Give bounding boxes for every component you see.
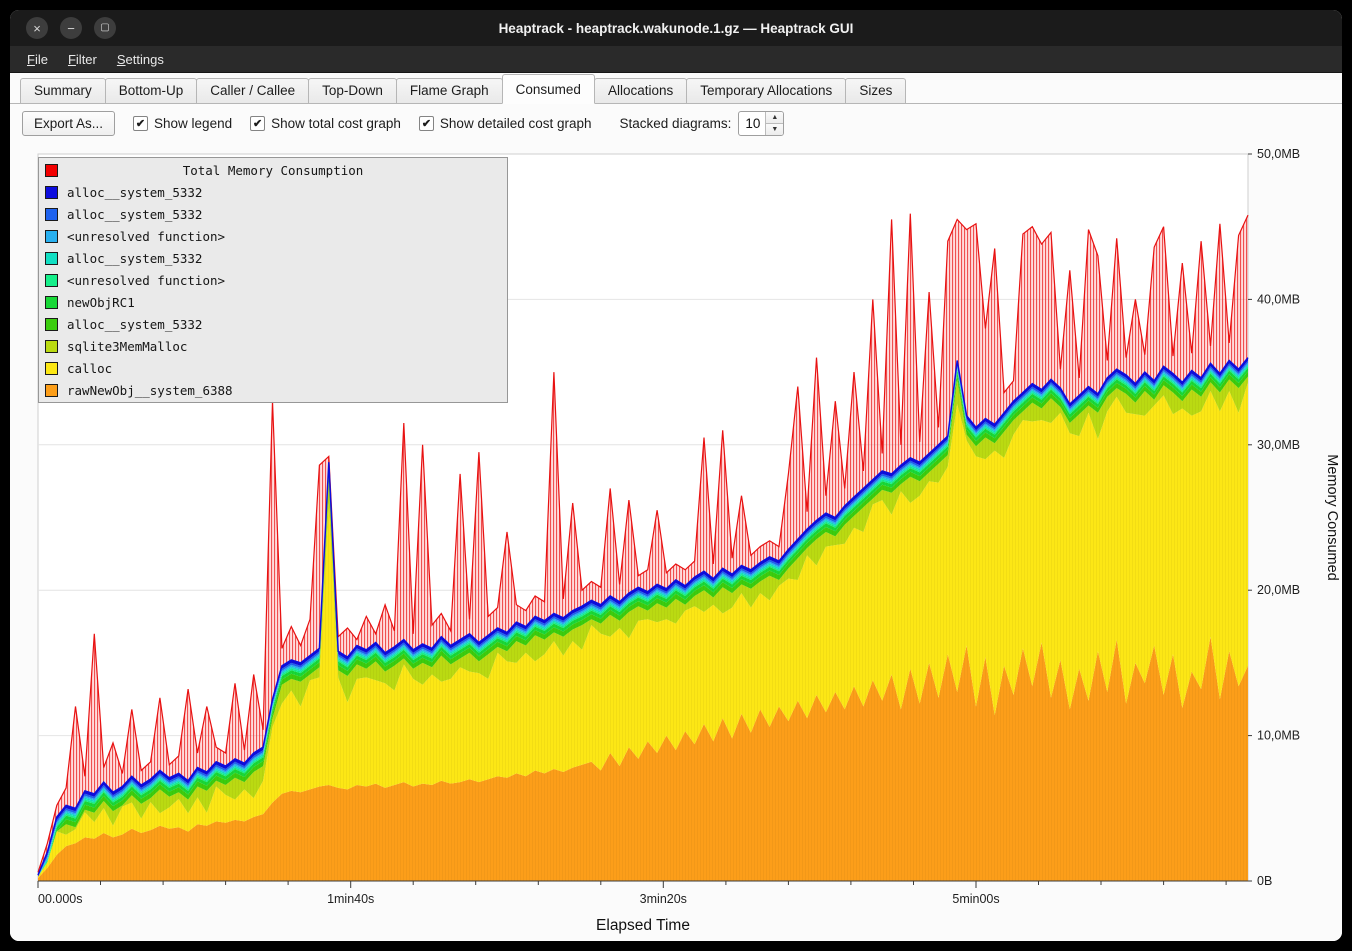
svg-text:20,0MB: 20,0MB — [1257, 583, 1300, 597]
legend-item: rawNewObj__system_6388 — [39, 379, 507, 401]
legend-label: alloc__system_5332 — [67, 207, 202, 222]
window-controls: ×−▢ — [26, 17, 116, 39]
legend-label: newObjRC1 — [67, 295, 135, 310]
legend-label: <unresolved function> — [67, 273, 225, 288]
legend-item: <unresolved function> — [39, 269, 507, 291]
toolbar-checkboxes: ✔ Show legend ✔ Show total cost graph ✔ Show … — [133, 116, 592, 131]
legend-swatch — [45, 252, 58, 265]
stacked-diagrams-label: Stacked diagrams: — [620, 116, 732, 131]
checkbox-box[interactable]: ✔ — [250, 116, 265, 131]
stacked-diagrams-value[interactable]: 10 — [739, 112, 765, 135]
legend-label: sqlite3MemMalloc — [67, 339, 187, 354]
y-axis: 0B 10,0MB 20,0MB 30,0MB 40,0MB 50,0MB Memory C… — [1248, 147, 1340, 888]
legend-item: alloc__system_5332 — [39, 313, 507, 335]
legend-label: alloc__system_5332 — [67, 185, 202, 200]
window-title: Heaptrack - heaptrack.wakunode.1.gz — He… — [10, 21, 1342, 36]
legend-swatch — [45, 208, 58, 221]
legend-swatch — [45, 274, 58, 287]
checkbox-box[interactable]: ✔ — [133, 116, 148, 131]
legend-swatch — [45, 340, 58, 353]
legend-label: alloc__system_5332 — [67, 317, 202, 332]
legend-title: Total Memory Consumption — [39, 163, 507, 178]
export-as-button[interactable]: Export As... — [22, 111, 115, 136]
stacked-diagrams-control: Stacked diagrams: 10 ▲ ▼ — [620, 111, 785, 136]
legend-swatch — [45, 384, 58, 397]
spin-down-icon[interactable]: ▼ — [766, 123, 783, 135]
legend-swatch — [45, 230, 58, 243]
svg-text:3min20s: 3min20s — [640, 892, 687, 906]
legend-label: <unresolved function> — [67, 229, 225, 244]
spin-buttons: ▲ ▼ — [765, 112, 783, 135]
svg-text:10,0MB: 10,0MB — [1257, 729, 1300, 743]
chart-legend: Total Memory Consumption alloc__system_5… — [38, 157, 508, 403]
svg-text:40,0MB: 40,0MB — [1257, 292, 1300, 306]
legend-items: alloc__system_5332 alloc__system_5332 <unr… — [39, 181, 507, 401]
tab-sizes[interactable]: Sizes — [845, 78, 906, 103]
svg-text:1min40s: 1min40s — [327, 892, 374, 906]
svg-text:Memory Consumed: Memory Consumed — [1324, 454, 1340, 581]
minimize-button[interactable]: − — [60, 17, 82, 39]
legend-item: newObjRC1 — [39, 291, 507, 313]
svg-text:50,0MB: 50,0MB — [1257, 147, 1300, 161]
tab-flame-graph[interactable]: Flame Graph — [396, 78, 503, 103]
legend-title-row: Total Memory Consumption — [39, 159, 507, 181]
menu-file[interactable]: File — [18, 49, 57, 70]
checkbox-label: Show legend — [154, 116, 232, 131]
checkbox-label: Show total cost graph — [271, 116, 401, 131]
legend-swatch — [45, 362, 58, 375]
menu-bar: FileFilterSettings — [10, 46, 1342, 73]
tab-top-down[interactable]: Top-Down — [308, 78, 397, 103]
menu-filter[interactable]: Filter — [59, 49, 106, 70]
checkbox-show-legend[interactable]: ✔ Show legend — [133, 116, 232, 131]
tab-bottom-up[interactable]: Bottom-Up — [105, 78, 198, 103]
svg-text:00.000s: 00.000s — [38, 892, 82, 906]
spin-up-icon[interactable]: ▲ — [766, 112, 783, 123]
tab-temporary-allocations[interactable]: Temporary Allocations — [686, 78, 846, 103]
legend-label: alloc__system_5332 — [67, 251, 202, 266]
checkbox-show-total-cost-graph[interactable]: ✔ Show total cost graph — [250, 116, 401, 131]
tab-summary[interactable]: Summary — [20, 78, 106, 103]
legend-swatch — [45, 296, 58, 309]
tab-caller-callee[interactable]: Caller / Callee — [196, 78, 309, 103]
app-window: ×−▢ Heaptrack - heaptrack.wakunode.1.gz … — [10, 10, 1342, 941]
x-axis: 00.000s 1min40s 3min20s 5min00s Elapsed Time — [38, 881, 1248, 934]
checkbox-label: Show detailed cost graph — [440, 116, 592, 131]
svg-text:Elapsed Time: Elapsed Time — [596, 917, 690, 934]
svg-text:0B: 0B — [1257, 874, 1272, 888]
legend-item: alloc__system_5332 — [39, 203, 507, 225]
chart-area: 00.000s 1min40s 3min20s 5min00s Elapsed Time… — [10, 142, 1342, 941]
tab-bar: SummaryBottom-UpCaller / CalleeTop-DownF… — [10, 73, 1342, 104]
svg-text:5min00s: 5min00s — [952, 892, 999, 906]
legend-swatch — [45, 186, 58, 199]
stacked-diagrams-spinbox[interactable]: 10 ▲ ▼ — [738, 111, 784, 136]
toolbar: Export As... ✔ Show legend ✔ Show total cos… — [10, 104, 1342, 142]
legend-swatch — [45, 318, 58, 331]
menu-settings[interactable]: Settings — [108, 49, 173, 70]
title-bar: ×−▢ Heaptrack - heaptrack.wakunode.1.gz … — [10, 10, 1342, 46]
legend-item: alloc__system_5332 — [39, 181, 507, 203]
tab-allocations[interactable]: Allocations — [594, 78, 687, 103]
legend-item: <unresolved function> — [39, 225, 507, 247]
legend-label: rawNewObj__system_6388 — [67, 383, 233, 398]
close-button[interactable]: × — [26, 17, 48, 39]
tab-consumed[interactable]: Consumed — [502, 74, 595, 104]
maximize-button[interactable]: ▢ — [94, 17, 116, 39]
legend-item: sqlite3MemMalloc — [39, 335, 507, 357]
legend-item: calloc — [39, 357, 507, 379]
svg-text:30,0MB: 30,0MB — [1257, 438, 1300, 452]
checkbox-show-detailed-cost-graph[interactable]: ✔ Show detailed cost graph — [419, 116, 592, 131]
checkbox-box[interactable]: ✔ — [419, 116, 434, 131]
legend-label: calloc — [67, 361, 112, 376]
legend-item: alloc__system_5332 — [39, 247, 507, 269]
